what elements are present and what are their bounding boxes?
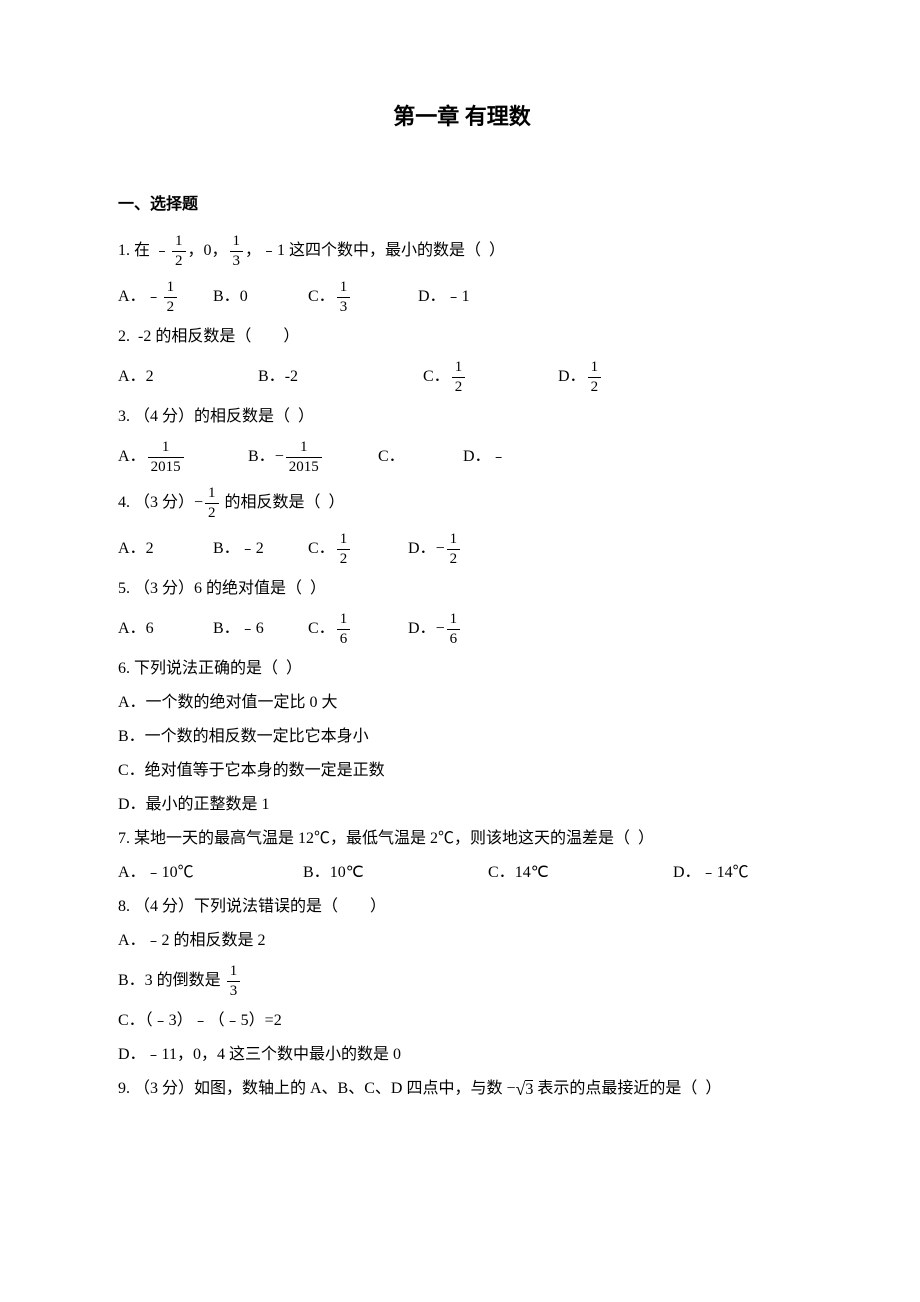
question-stem: 2. -2 的相反数是（ ） bbox=[118, 325, 806, 349]
options-row: A．2B．-2C．12D．12 bbox=[118, 359, 806, 395]
question-stem: 8. （4 分）下列说法错误的是（ ） bbox=[118, 895, 806, 919]
option: C．（﹣3）﹣（﹣5）=2 bbox=[118, 1009, 806, 1033]
questions-list: 1. 在 ﹣12，0，13，﹣1 这四个数中，最小的数是（ ）A．﹣12B．0C… bbox=[118, 233, 806, 1101]
question-stem: 4. （3 分）−12 的相反数是（ ） bbox=[118, 485, 806, 521]
option: C．14℃ bbox=[488, 861, 673, 885]
option: A．6 bbox=[118, 617, 213, 641]
option: D．最小的正整数是 1 bbox=[118, 793, 806, 817]
option: D．−12 bbox=[408, 531, 508, 567]
question-stem: 3. （4 分）的相反数是（ ） bbox=[118, 405, 806, 429]
question-stem: 1. 在 ﹣12，0，13，﹣1 这四个数中，最小的数是（ ） bbox=[118, 233, 806, 269]
question: 9. （3 分）如图，数轴上的 A、B、C、D 四点中，与数 −√3 表示的点最… bbox=[118, 1077, 806, 1101]
option: B．﹣6 bbox=[213, 617, 308, 641]
option: C．绝对值等于它本身的数一定是正数 bbox=[118, 759, 806, 783]
question: 4. （3 分）−12 的相反数是（ ） A．2B．﹣2C．12D．−12 bbox=[118, 485, 806, 567]
question-stem: 7. 某地一天的最高气温是 12℃，最低气温是 2℃，则该地这天的温差是（ ） bbox=[118, 827, 806, 851]
option: D．﹣1 bbox=[418, 285, 518, 309]
options-row: A．6B．﹣6C．16D．−16 bbox=[118, 611, 806, 647]
options-row: A．2B．﹣2C．12D．−12 bbox=[118, 531, 806, 567]
question-stem: 6. 下列说法正确的是（ ） bbox=[118, 657, 806, 681]
question: 7. 某地一天的最高气温是 12℃，最低气温是 2℃，则该地这天的温差是（ ） A… bbox=[118, 827, 806, 885]
option: A．一个数的绝对值一定比 0 大 bbox=[118, 691, 806, 715]
options-row: A．﹣12B．0C．13D．﹣1 bbox=[118, 279, 806, 315]
option: A．2 bbox=[118, 365, 258, 389]
option: D．−16 bbox=[408, 611, 508, 647]
option: D．﹣11，0，4 这三个数中最小的数是 0 bbox=[118, 1043, 806, 1067]
section-header: 一、选择题 bbox=[118, 193, 806, 217]
option: A．12015 bbox=[118, 439, 248, 475]
question: 1. 在 ﹣12，0，13，﹣1 这四个数中，最小的数是（ ） A．﹣12B．0C… bbox=[118, 233, 806, 315]
option: D．﹣14℃ bbox=[673, 861, 793, 885]
option: B．10℃ bbox=[303, 861, 488, 885]
option: A．2 bbox=[118, 537, 213, 561]
option: C．12 bbox=[423, 359, 558, 395]
question: 5. （3 分）6 的绝对值是（ ） A．6B．﹣6C．16D．−16 bbox=[118, 577, 806, 647]
option: D．﹣ bbox=[463, 445, 563, 469]
option: A．﹣12 bbox=[118, 279, 213, 315]
option: B．一个数的相反数一定比它本身小 bbox=[118, 725, 806, 749]
question-stem: 9. （3 分）如图，数轴上的 A、B、C、D 四点中，与数 −√3 表示的点最… bbox=[118, 1077, 806, 1101]
option: C． bbox=[378, 445, 463, 469]
option: B．0 bbox=[213, 285, 308, 309]
question: 2. -2 的相反数是（ ） A．2B．-2C．12D．12 bbox=[118, 325, 806, 395]
question: 8. （4 分）下列说法错误的是（ ） A．﹣2 的相反数是 2 B．3 的倒数是 … bbox=[118, 895, 806, 1067]
option: A．﹣2 的相反数是 2 bbox=[118, 929, 806, 953]
question: 6. 下列说法正确的是（ ） A．一个数的绝对值一定比 0 大 B．一个数的相反数一… bbox=[118, 657, 806, 817]
option: B．3 的倒数是 13 bbox=[118, 963, 806, 999]
option: B．-2 bbox=[258, 365, 423, 389]
options-row: A．﹣10℃B．10℃C．14℃D．﹣14℃ bbox=[118, 861, 806, 885]
question: 3. （4 分）的相反数是（ ） A．12015B．−12015C．D．﹣ bbox=[118, 405, 806, 475]
option: D．12 bbox=[558, 359, 658, 395]
options-row: A．12015B．−12015C．D．﹣ bbox=[118, 439, 806, 475]
option: A．﹣10℃ bbox=[118, 861, 303, 885]
option: C．16 bbox=[308, 611, 408, 647]
option: B．−12015 bbox=[248, 439, 378, 475]
option: B．﹣2 bbox=[213, 537, 308, 561]
page-title: 第一章 有理数 bbox=[118, 100, 806, 133]
option: C．12 bbox=[308, 531, 408, 567]
question-stem: 5. （3 分）6 的绝对值是（ ） bbox=[118, 577, 806, 601]
option: C．13 bbox=[308, 279, 418, 315]
